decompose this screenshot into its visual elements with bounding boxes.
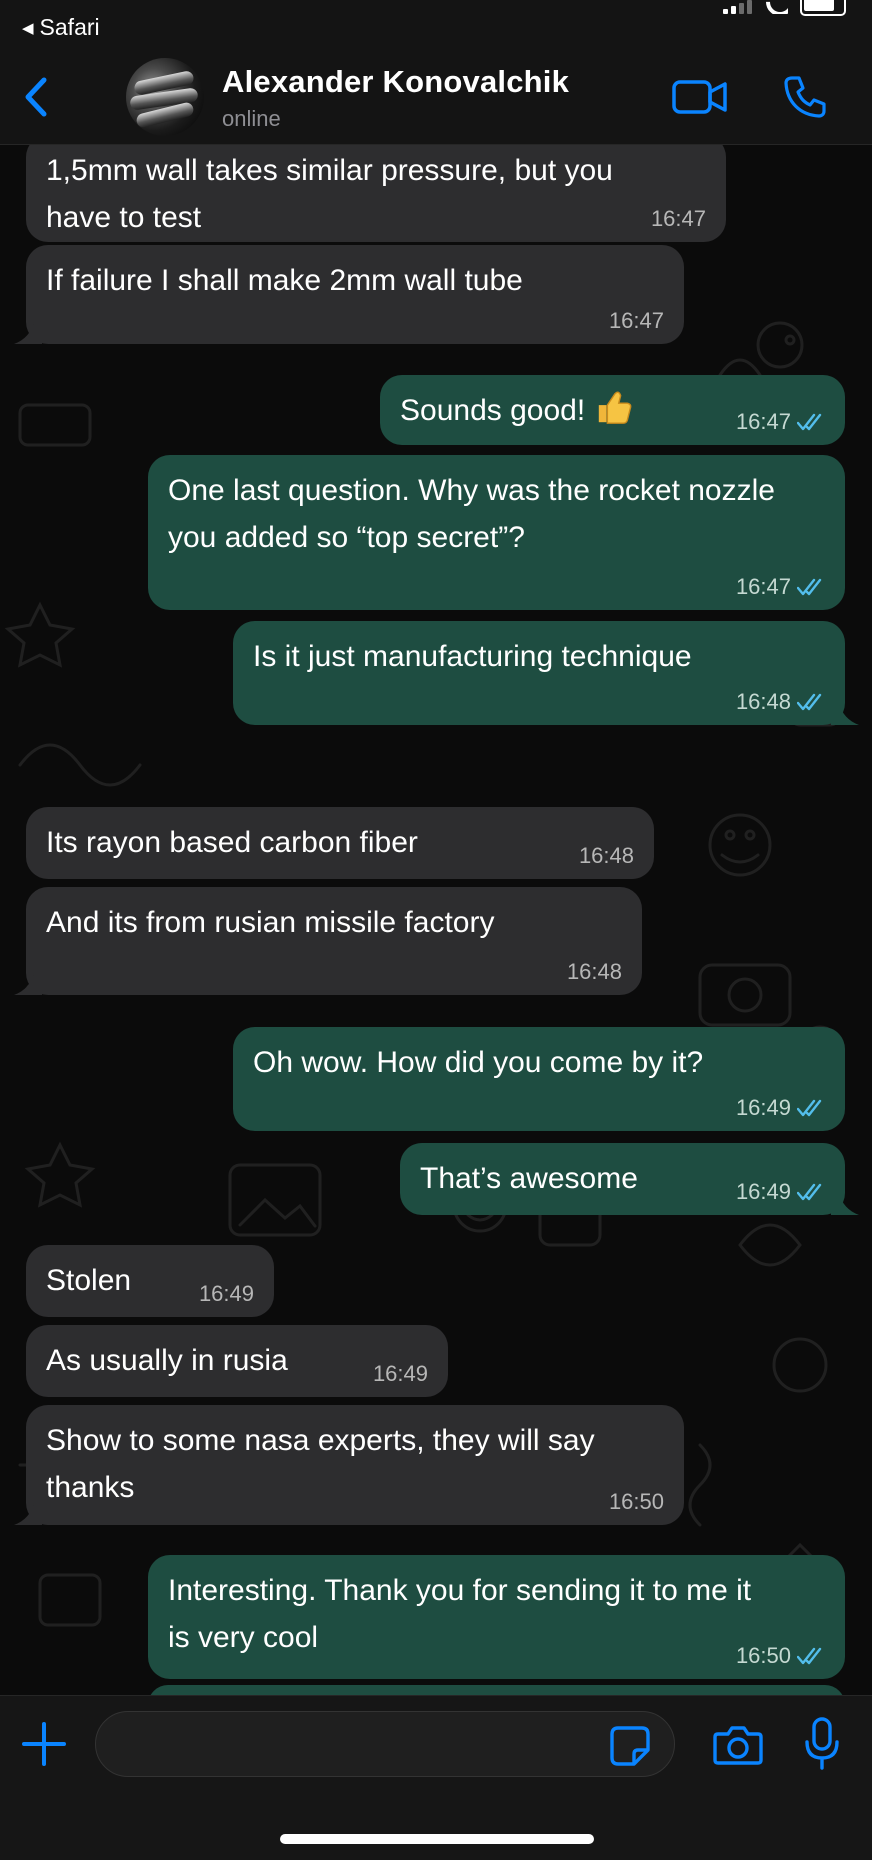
read-ticks-icon xyxy=(797,1183,822,1201)
message-time: 16:47 xyxy=(735,409,791,434)
message-time-row: 16:47 xyxy=(736,574,827,600)
video-call-button[interactable] xyxy=(670,72,730,122)
message-time-row: 16:48 xyxy=(736,689,827,715)
battery-icon xyxy=(800,0,846,16)
message-incoming[interactable]: Show to some nasa experts, they will say… xyxy=(14,1405,684,1525)
message-text: Show to some nasa experts, they will say… xyxy=(46,1424,595,1504)
message-time: 16:47 xyxy=(608,308,664,333)
message-time-row: 16:49 xyxy=(736,1179,827,1205)
message-outgoing[interactable]: Interesting. Thank you for sending it to… xyxy=(148,1555,845,1679)
message-text: If failure I shall make 2mm wall tube xyxy=(46,264,523,297)
composer-bar xyxy=(0,1695,872,1860)
message-time: 16:50 xyxy=(608,1489,664,1514)
contact-status: online xyxy=(222,106,281,131)
chat-header: Alexander Konovalchik online xyxy=(0,50,872,145)
message-time: 16:50 xyxy=(735,1643,791,1668)
back-to-app-link[interactable]: ◀ Safari xyxy=(22,14,100,41)
back-button[interactable] xyxy=(18,72,58,122)
bubble-tail xyxy=(14,973,42,995)
back-triangle-icon: ◀ xyxy=(22,19,34,37)
message-list[interactable]: 1,5mm wall takes similar pressure, but y… xyxy=(0,145,872,1695)
read-ticks-icon xyxy=(797,693,822,711)
read-ticks-icon xyxy=(797,1647,822,1665)
home-indicator xyxy=(280,1834,594,1844)
chevron-left-icon xyxy=(25,77,47,117)
message-text: Interesting. Thank you for sending it to… xyxy=(168,1574,752,1654)
bubble-tail xyxy=(14,322,42,344)
message-incoming[interactable]: Stolen 16:49 xyxy=(26,1245,274,1317)
message-text: As usually in rusia xyxy=(46,1344,288,1377)
message-text: One last question. Why was the rocket no… xyxy=(168,474,775,554)
thumbs-up-emoji-icon xyxy=(598,391,632,424)
message-time: 16:48 xyxy=(566,959,622,984)
message-text: Stolen xyxy=(46,1264,132,1297)
message-incoming[interactable]: 1,5mm wall takes similar pressure, but y… xyxy=(26,145,726,242)
whatsapp-chat-screen: ◀ Safari Alexander Konovalchik online 1,… xyxy=(0,0,872,1860)
read-ticks-icon xyxy=(797,578,822,596)
contact-name[interactable]: Alexander Konovalchik xyxy=(222,64,569,100)
message-time-row: 16:49 xyxy=(736,1095,827,1121)
voice-call-button[interactable] xyxy=(775,72,835,122)
avatar[interactable] xyxy=(126,58,204,136)
bubble-tail xyxy=(831,703,859,725)
message-time-row: 16:50 xyxy=(736,1643,827,1669)
read-ticks-icon xyxy=(797,1099,822,1117)
microphone-icon[interactable] xyxy=(802,1716,842,1772)
camera-icon[interactable] xyxy=(712,1720,764,1768)
message-outgoing[interactable]: Is it just manufacturing technique 16:48 xyxy=(233,621,859,725)
plus-icon[interactable] xyxy=(20,1720,68,1768)
message-time: 16:47 xyxy=(650,206,706,231)
phone-icon xyxy=(784,76,826,118)
message-time: 16:49 xyxy=(198,1281,254,1306)
message-text: Sounds good! xyxy=(400,394,586,427)
status-bar: ◀ Safari xyxy=(0,0,872,50)
wifi-icon xyxy=(764,0,788,14)
bubble-tail xyxy=(831,1193,859,1215)
message-text: And its from rusian missile factory xyxy=(46,906,495,939)
message-time: 16:48 xyxy=(735,689,791,714)
message-outgoing[interactable]: One last question. Why was the rocket no… xyxy=(148,455,845,610)
read-ticks-icon xyxy=(797,413,822,431)
message-incoming[interactable]: Its rayon based carbon fiber 16:48 xyxy=(26,807,654,879)
message-time: 16:47 xyxy=(735,574,791,599)
message-text: 1,5mm wall takes similar pressure, but y… xyxy=(46,154,613,234)
message-incoming[interactable]: As usually in rusia 16:49 xyxy=(26,1325,448,1397)
message-text: Its rayon based carbon fiber xyxy=(46,826,418,859)
bubble-tail xyxy=(14,1503,42,1525)
message-input[interactable] xyxy=(95,1711,675,1777)
message-incoming[interactable]: If failure I shall make 2mm wall tube 16… xyxy=(14,245,684,344)
message-outgoing-partial[interactable] xyxy=(148,1685,845,1695)
message-time: 16:48 xyxy=(578,843,634,868)
message-time: 16:49 xyxy=(372,1361,428,1386)
message-text: Oh wow. How did you come by it? xyxy=(253,1046,704,1079)
message-outgoing[interactable]: That’s awesome 16:49 xyxy=(400,1143,859,1215)
back-app-label: Safari xyxy=(39,14,100,40)
cellular-signal-icon xyxy=(723,0,752,14)
sticker-icon[interactable] xyxy=(608,1724,652,1768)
message-text: Is it just manufacturing technique xyxy=(253,640,692,673)
message-outgoing[interactable]: Oh wow. How did you come by it? 16:49 xyxy=(233,1027,845,1131)
message-incoming[interactable]: And its from rusian missile factory 16:4… xyxy=(14,887,642,995)
message-time: 16:49 xyxy=(735,1179,791,1204)
message-outgoing[interactable]: Sounds good! 16:47 xyxy=(380,375,845,445)
message-time-row: 16:47 xyxy=(736,409,827,435)
message-text: That’s awesome xyxy=(420,1162,638,1195)
system-icons xyxy=(723,0,846,18)
video-call-icon xyxy=(672,80,727,114)
message-time: 16:49 xyxy=(735,1095,791,1120)
